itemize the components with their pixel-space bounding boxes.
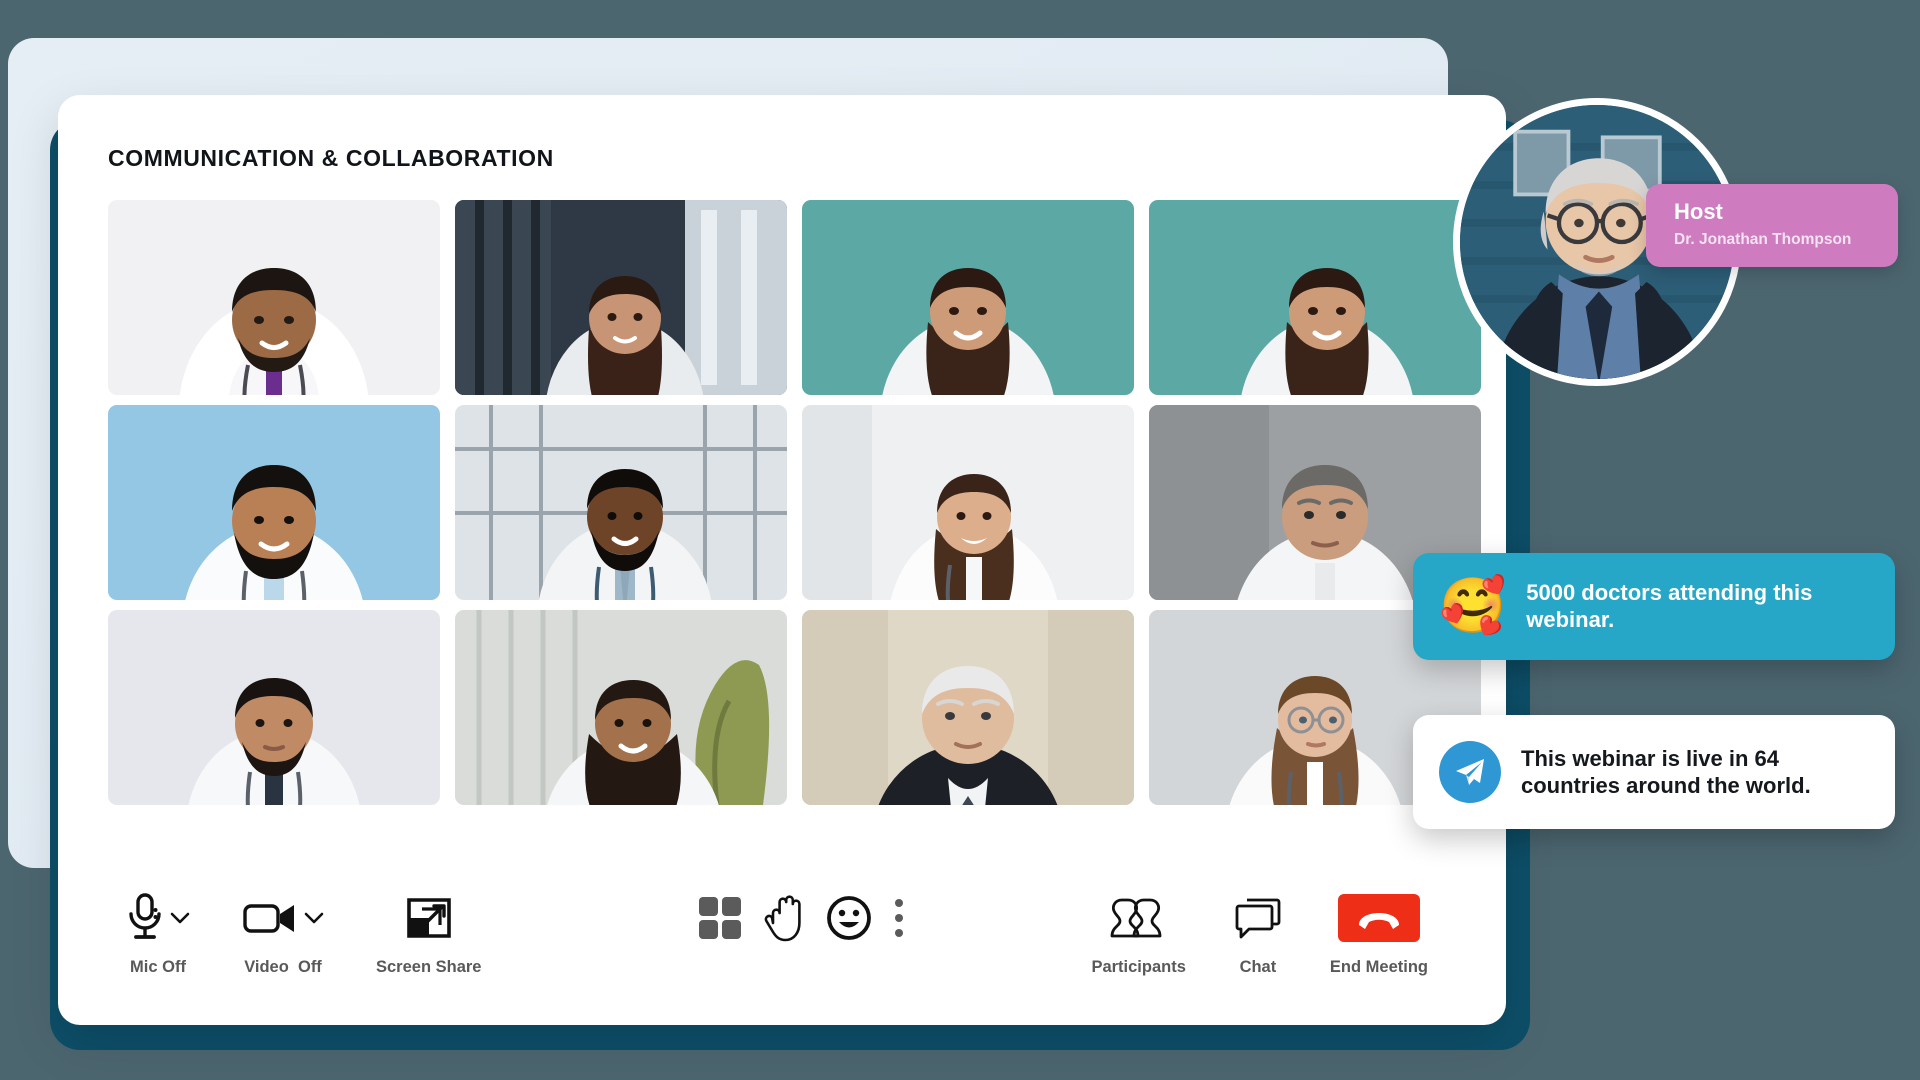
video-tile[interactable] (108, 405, 440, 600)
chat-icon-row (1234, 890, 1282, 946)
chevron-down-icon[interactable] (304, 911, 324, 925)
host-spotlight: Host Dr. Jonathan Thompson (1453, 98, 1898, 386)
microphone-icon (129, 893, 161, 939)
paper-plane-icon (1439, 741, 1501, 803)
video-tile[interactable] (802, 610, 1134, 805)
video-camera-icon (243, 904, 294, 933)
chat-bubble-icon (1235, 898, 1281, 939)
host-badge: Host Dr. Jonathan Thompson (1646, 184, 1898, 268)
video-tile[interactable] (455, 200, 787, 395)
video-tile[interactable] (802, 405, 1134, 600)
notification-attendance-text: 5000 doctors attending this webinar. (1526, 580, 1813, 633)
host-name-label: Dr. Jonathan Thompson (1674, 231, 1852, 249)
notification-countries[interactable]: This webinar is live in 64 countries aro… (1413, 715, 1895, 829)
mic-label: Mic Off (130, 958, 186, 976)
control-group-middle (698, 893, 906, 943)
end-meeting-icon-row (1337, 890, 1420, 946)
video-icon-row (242, 890, 324, 946)
host-role-label: Host (1674, 199, 1723, 224)
chat-label: Chat (1239, 958, 1277, 976)
meeting-control-bar: Mic Off Video Off Screen Share Participa… (58, 847, 1506, 977)
end-meeting-label: End Meeting (1329, 958, 1428, 976)
video-toggle-button[interactable]: Video Off (242, 890, 324, 977)
video-tile[interactable] (455, 405, 787, 600)
smiley-face-icon[interactable] (826, 895, 872, 941)
control-group-right: Participants Chat End Meeting (1091, 890, 1428, 977)
video-tile[interactable] (1149, 200, 1481, 395)
participants-label: Participants (1091, 958, 1186, 976)
participant-video-grid (108, 200, 1481, 805)
more-vertical-icon[interactable] (892, 896, 906, 940)
control-group-left: Mic Off Video Off Screen Share (126, 890, 481, 977)
video-label: Video Off (244, 958, 322, 976)
mic-toggle-button[interactable]: Mic Off (126, 890, 190, 977)
end-meeting-red-button[interactable] (1337, 894, 1420, 942)
video-conference-console: COMMUNICATION & COLLABORATION Mic Off Vi… (58, 95, 1506, 1025)
grid-view-icon[interactable] (698, 896, 742, 940)
end-meeting-button[interactable]: End Meeting (1330, 890, 1428, 977)
notification-attendance[interactable]: 🥰 5000 doctors attending this webinar. (1413, 553, 1895, 660)
chat-button[interactable]: Chat (1234, 890, 1282, 977)
video-tile[interactable] (108, 200, 440, 395)
raise-hand-icon[interactable] (762, 893, 806, 943)
video-tile[interactable] (802, 200, 1134, 395)
participants-button[interactable]: Participants (1091, 890, 1186, 977)
participants-icon-row (1110, 890, 1168, 946)
screen-share-button[interactable]: Screen Share (376, 890, 481, 977)
page-title: COMMUNICATION & COLLABORATION (108, 145, 554, 171)
hangup-phone-icon (1358, 913, 1399, 929)
screen-share-label: Screen Share (376, 958, 482, 976)
mic-icon-row (126, 890, 190, 946)
chevron-down-icon[interactable] (170, 911, 190, 925)
screen-share-icon (406, 898, 451, 938)
video-tile[interactable] (108, 610, 440, 805)
screen-share-icon-row (406, 890, 452, 946)
participants-icon (1110, 898, 1162, 938)
smiling-face-with-hearts-emoji-icon: 🥰 (1439, 576, 1507, 637)
notification-countries-text: This webinar is live in 64 countries aro… (1521, 745, 1811, 798)
page-stage: COMMUNICATION & COLLABORATION Mic Off Vi… (0, 0, 1920, 1080)
video-tile[interactable] (455, 610, 787, 805)
